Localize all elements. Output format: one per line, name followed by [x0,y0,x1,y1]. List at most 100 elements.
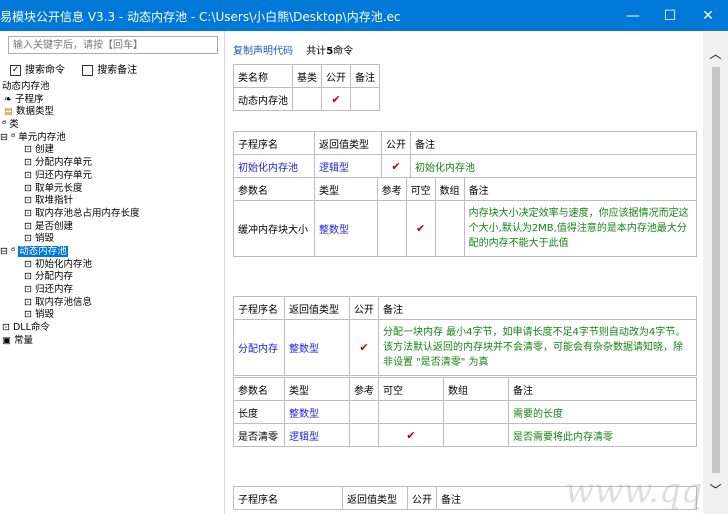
col-header: 返回值类型 [342,486,408,510]
class-table: 类名称 基类 公开 备注 动态内存池 ✔ [233,64,380,111]
tree-item-method[interactable]: ⊡ 取单元长度 [0,183,140,196]
tree-item-method[interactable]: ⊡ 归还内存单元 [0,170,140,183]
param-array [443,423,509,447]
col-header: 子程序名 [233,296,285,320]
col-header: 可空 [378,377,444,401]
param-type[interactable]: 逻辑型 [284,423,350,447]
close-button[interactable]: ✕ [688,0,728,31]
tree-item-dll[interactable]: ⊡ DLL命令 [0,322,140,335]
tree-item-method[interactable]: ⊡ 分配内存单元 [0,157,140,170]
class-name: 动态内存池 [233,87,293,111]
tree-item-class[interactable]: ᴽ 类 [0,119,140,132]
tree-item-method[interactable]: ⊡ 取堆指针 [0,195,140,208]
method-icon: ⊡ [24,207,35,219]
constant-icon: ▣ [2,334,14,346]
tree-item-method[interactable]: ⊡ 销毁 [0,233,140,246]
col-header: 类型 [313,177,378,201]
tree-item-method[interactable]: ⊡ 初始化内存池 [0,259,140,272]
title-bar: 易模块公开信息 V3.3 - 动态内存池 - C:\Users\小白熊\Desk… [0,0,728,31]
return-type[interactable]: 整数型 [283,319,350,376]
param-null [378,400,444,424]
param-note: 是否需要将此内存清零 [508,423,697,447]
detail-pane: 复制声明代码 共计5命令 类名称 基类 公开 备注 动态内存池 ✔ 子程序名 返… [225,31,728,514]
method-icon: ⊡ [24,271,35,283]
class-base [292,87,322,111]
tree-item-root[interactable]: 动态内存池 [0,81,140,94]
tree-item-method[interactable]: ⊡ 取内存池总占用内存长度 [0,208,140,221]
minimize-button[interactable]: — [613,0,653,31]
col-header: 公开 [407,486,437,510]
search-row [0,36,222,56]
tree-item-method[interactable]: ⊡ 创建 [0,144,140,157]
count-prefix: 共计 [306,46,327,57]
module-tree[interactable]: 动态内存池 ❧ 子程序 ▤ 数据类型 ᴽ 类 ⊟ ᴽ 单元内存池 ⊡ 创建 ⊡ … [0,81,140,347]
maximize-button[interactable]: ☐ [650,0,690,31]
col-header: 备注 [377,296,698,320]
search-commands-checkbox[interactable]: ✓ [10,64,21,76]
col-header: 备注 [350,64,380,88]
public-check-icon: ✔ [321,87,351,111]
col-header: 公开 [381,131,411,155]
subroutine-table: 子程序名 返回值类型 公开 备注 分配内存 整数型 ✔ 分配一块内存 最小4字节… [233,296,698,376]
tree-item-datatypes[interactable]: ▤ 数据类型 [0,106,140,119]
tree-item-method[interactable]: ⊡ 销毁 [0,309,140,322]
col-header: 参数名 [233,377,285,401]
tree-item-dynamic-pool[interactable]: ⊟ ᴽ 动态内存池 [0,245,140,259]
dll-icon: ⊡ [2,322,13,334]
param-name: 缓冲内存块大小 [233,200,315,257]
tree-item-subroutines[interactable]: ❧ 子程序 [0,94,140,107]
subroutine-name[interactable]: 分配内存 [233,319,285,376]
method-icon: ⊡ [24,144,35,156]
search-input[interactable] [8,36,218,54]
nullable-check-icon: ✔ [378,423,444,447]
subroutine-note: 分配一块内存 最小4字节，如申请长度不足4字节则自动改为4字节。该方法默认返回的… [377,319,698,376]
col-header: 子程序名 [233,131,315,155]
scroll-down-icon[interactable]: ﹀ [703,481,728,498]
tree-item-unit-pool[interactable]: ⊟ ᴽ 单元内存池 [0,132,140,145]
method-icon: ⊡ [24,169,35,181]
method-icon: ⊡ [24,258,35,270]
method-icon: ⊡ [24,157,35,169]
param-name: 长度 [233,400,285,424]
col-header: 可空 [405,177,436,201]
param-ref [349,423,379,447]
param-type[interactable]: 整数型 [284,400,350,424]
tree-item-method[interactable]: ⊡ 取内存池信息 [0,297,140,310]
tree-item-method[interactable]: ⊡ 归还内存 [0,284,140,297]
folder-icon: ▤ [4,106,16,118]
return-type[interactable]: 逻辑型 [314,154,382,178]
public-check-icon: ✔ [348,319,379,376]
col-header: 基类 [292,64,322,88]
param-name: 是否清零 [233,423,285,447]
tree-item-constants[interactable]: ▣ 常量 [0,335,140,348]
method-icon: ⊡ [24,195,35,207]
nullable-check-icon: ✔ [405,200,436,257]
col-header: 备注 [410,131,697,155]
param-note: 内存块大小决定效率与速度，你应该据情况而定这个大小,默认为2MB,值得注意的是本… [463,200,698,257]
tree-item-method[interactable]: ⊡ 分配内存 [0,271,140,284]
vertical-scrollbar[interactable]: ︿ ﹀ [703,31,728,514]
window-title: 易模块公开信息 V3.3 - 动态内存池 - C:\Users\小白熊\Desk… [0,10,401,24]
col-header: 公开 [348,296,379,320]
class-note [350,87,380,111]
scroll-thumb[interactable] [712,67,720,473]
col-header: 类型 [284,377,350,401]
tree-item-method[interactable]: ⊡ 是否创建 [0,221,140,234]
subroutine-name[interactable]: 初始化内存池 [233,154,315,178]
param-table: 参数名 类型 参考 可空 数组 备注 缓冲内存块大小 整数型 ✔ 内存块大小决定… [233,177,698,257]
col-header: 参考 [349,377,379,401]
param-ref [349,400,379,424]
folder-icon: ❧ [4,93,15,105]
left-pane: ✓ 搜索命令 搜索备注 动态内存池 ❧ 子程序 ▤ 数据类型 ᴽ 类 ⊟ ᴽ 单元… [0,31,225,514]
method-icon: ⊡ [24,296,35,308]
filter-row: ✓ 搜索命令 搜索备注 [10,61,137,76]
search-notes-checkbox[interactable] [82,64,94,76]
scroll-up-icon[interactable]: ︿ [703,45,728,62]
param-ref [376,200,407,257]
param-table: 参数名 类型 参考 可空 数组 备注 长度 整数型 需要的长度 是否清零 逻辑型… [233,377,697,447]
copy-declaration-link[interactable]: 复制声明代码 [233,46,293,57]
col-header: 数组 [443,377,509,401]
param-type[interactable]: 整数型 [313,200,378,257]
method-icon: ⊡ [24,182,35,194]
col-header: 返回值类型 [283,296,350,320]
